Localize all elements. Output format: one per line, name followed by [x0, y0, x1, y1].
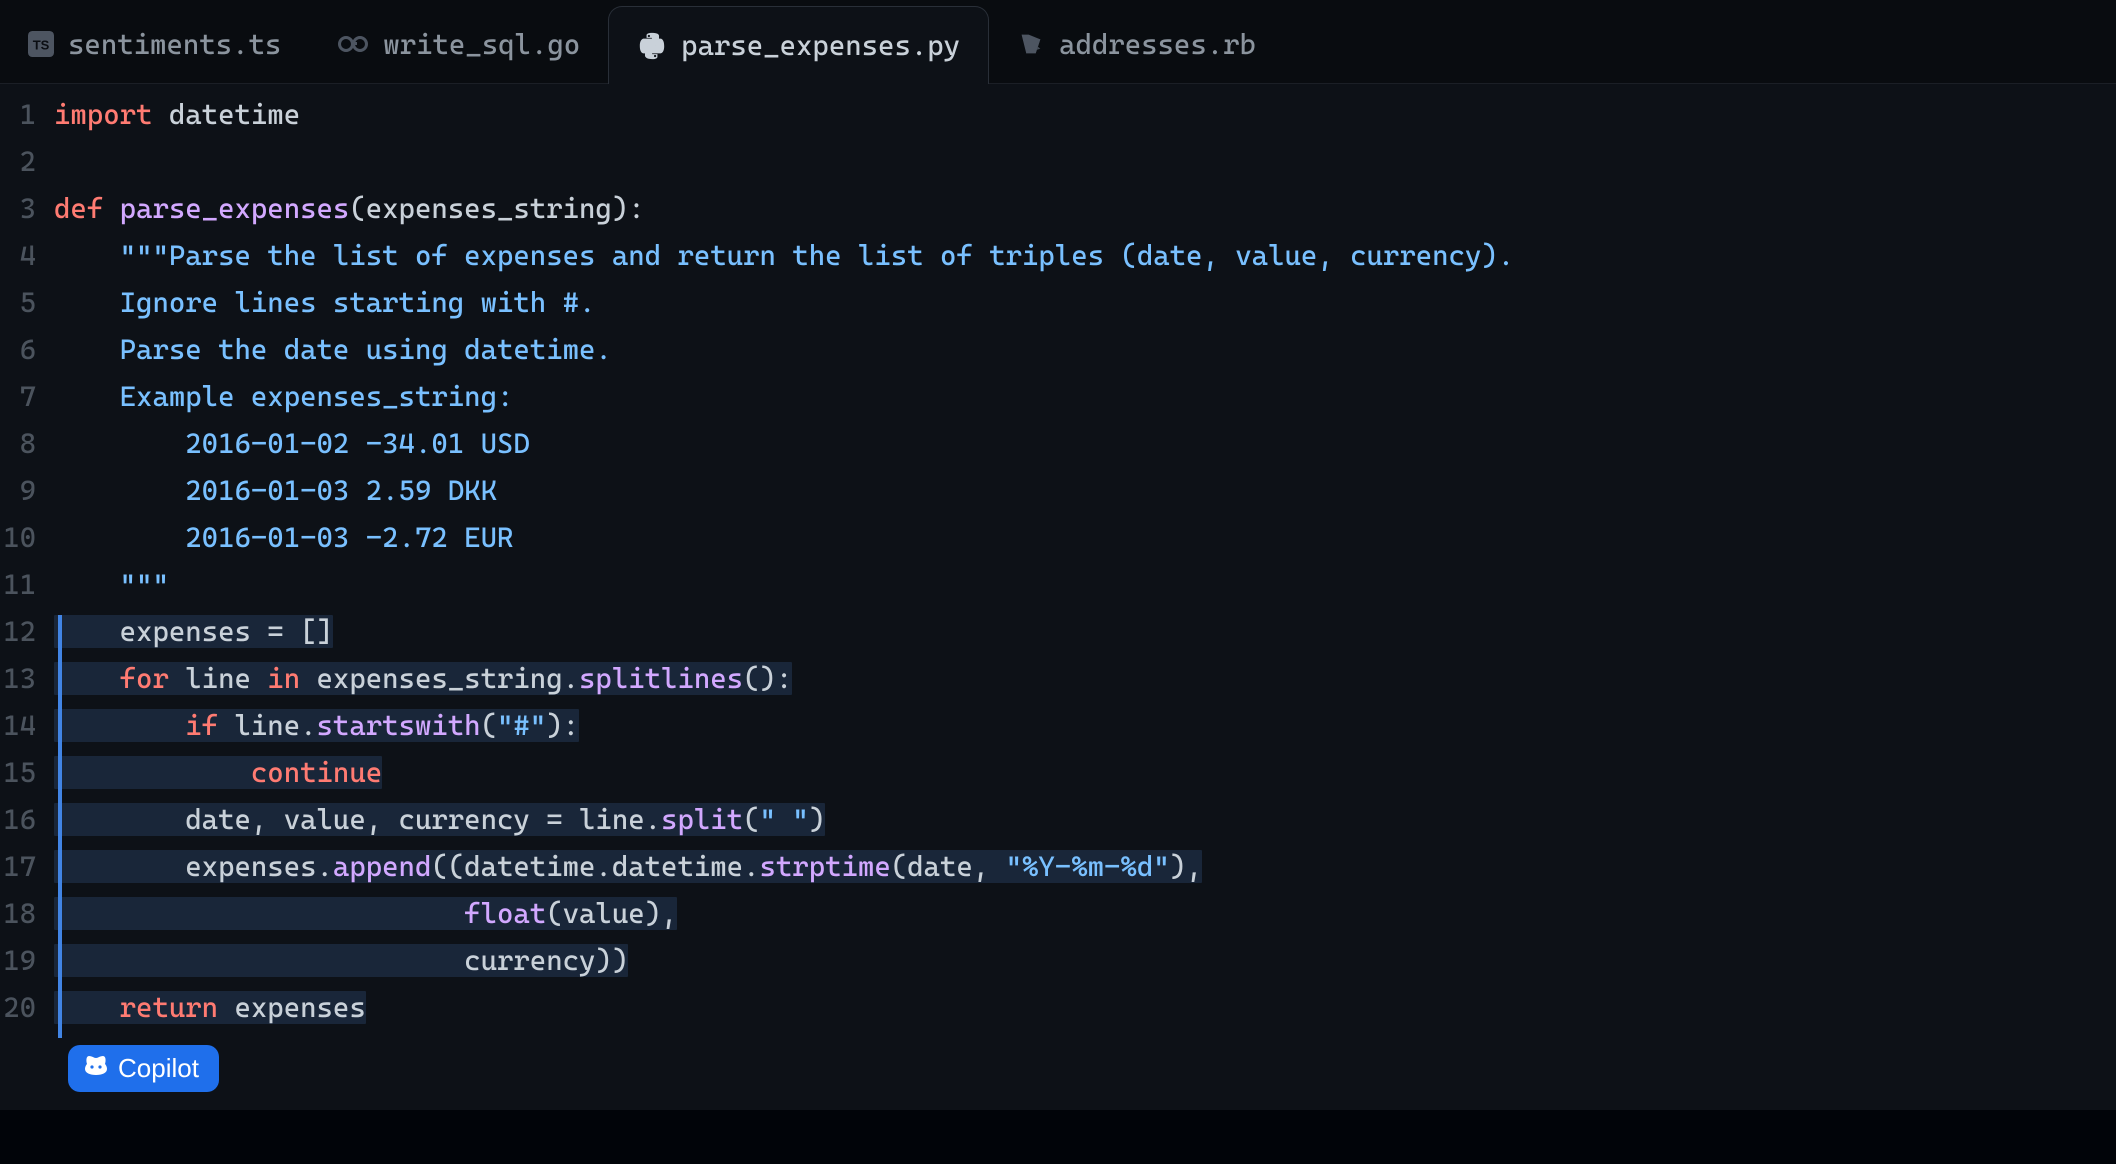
line-content[interactable]: """ — [54, 568, 169, 601]
code-line[interactable]: 13 for line in expenses_string.splitline… — [0, 662, 2116, 709]
line-content[interactable]: continue — [54, 756, 382, 789]
code-line[interactable]: 15 continue — [0, 756, 2116, 803]
line-number: 12 — [0, 615, 54, 648]
line-number: 14 — [0, 709, 54, 742]
bottom-bar — [0, 1110, 2116, 1164]
line-content[interactable]: date, value, currency = line.split(" ") — [54, 803, 825, 836]
code-line[interactable]: 6 Parse the date using datetime. — [0, 333, 2116, 380]
line-number: 13 — [0, 662, 54, 695]
line-content[interactable]: Ignore lines starting with #. — [54, 286, 595, 319]
copilot-button[interactable]: Copilot — [68, 1045, 219, 1092]
line-content[interactable]: float(value), — [54, 897, 677, 930]
line-number: 18 — [0, 897, 54, 930]
line-number: 15 — [0, 756, 54, 789]
copilot-icon — [82, 1053, 110, 1084]
line-number: 20 — [0, 991, 54, 1024]
line-content[interactable]: """Parse the list of expenses and return… — [54, 239, 1514, 272]
tab-label: sentiments.ts — [68, 28, 281, 61]
line-number: 16 — [0, 803, 54, 836]
copilot-label: Copilot — [118, 1053, 199, 1084]
ruby-icon — [1017, 30, 1045, 58]
code-line[interactable]: 4 """Parse the list of expenses and retu… — [0, 239, 2116, 286]
code-line[interactable]: 10 2016-01-03 -2.72 EUR — [0, 521, 2116, 568]
tab-sentiments[interactable]: TS sentiments.ts — [0, 5, 309, 83]
line-number: 2 — [0, 145, 54, 178]
tab-write-sql[interactable]: write_sql.go — [309, 5, 608, 83]
line-number: 4 — [0, 239, 54, 272]
ts-icon: TS — [28, 31, 54, 57]
python-icon — [637, 31, 667, 61]
go-icon — [337, 35, 369, 53]
code-line[interactable]: 7 Example expenses_string: — [0, 380, 2116, 427]
tab-parse-expenses[interactable]: parse_expenses.py — [608, 6, 989, 84]
line-content[interactable]: expenses = [] — [54, 615, 333, 648]
code-line[interactable]: 1import datetime — [0, 98, 2116, 145]
tab-label: parse_expenses.py — [681, 29, 960, 62]
line-content[interactable]: if line.startswith("#"): — [54, 709, 579, 742]
code-line[interactable]: 9 2016-01-03 2.59 DKK — [0, 474, 2116, 521]
code-line[interactable]: 16 date, value, currency = line.split(" … — [0, 803, 2116, 850]
line-number: 1 — [0, 98, 54, 131]
line-content[interactable]: currency)) — [54, 944, 628, 977]
line-content[interactable]: expenses.append((datetime.datetime.strpt… — [54, 850, 1202, 883]
code-editor[interactable]: 1import datetime2 3def parse_expenses(exp… — [0, 84, 2116, 1038]
svg-text:TS: TS — [33, 37, 50, 52]
line-content[interactable]: 2016-01-02 -34.01 USD — [54, 427, 530, 460]
line-number: 10 — [0, 521, 54, 554]
code-line[interactable]: 18 float(value), — [0, 897, 2116, 944]
code-line[interactable]: 14 if line.startswith("#"): — [0, 709, 2116, 756]
code-line[interactable]: 3def parse_expenses(expenses_string): — [0, 192, 2116, 239]
code-line[interactable]: 11 """ — [0, 568, 2116, 615]
line-content[interactable]: 2016-01-03 2.59 DKK — [54, 474, 497, 507]
line-number: 5 — [0, 286, 54, 319]
line-content[interactable]: import datetime — [54, 98, 300, 131]
code-line[interactable]: 8 2016-01-02 -34.01 USD — [0, 427, 2116, 474]
code-line[interactable]: 5 Ignore lines starting with #. — [0, 286, 2116, 333]
line-number: 3 — [0, 192, 54, 225]
code-line[interactable]: 2 — [0, 145, 2116, 192]
code-line[interactable]: 12 expenses = [] — [0, 615, 2116, 662]
tab-label: write_sql.go — [383, 28, 580, 61]
line-content[interactable]: for line in expenses_string.splitlines()… — [54, 662, 792, 695]
code-line[interactable]: 19 currency)) — [0, 944, 2116, 991]
line-number: 9 — [0, 474, 54, 507]
line-content[interactable]: def parse_expenses(expenses_string): — [54, 192, 645, 225]
line-number: 19 — [0, 944, 54, 977]
code-line[interactable]: 20 return expenses — [0, 991, 2116, 1038]
line-number: 6 — [0, 333, 54, 366]
line-number: 11 — [0, 568, 54, 601]
code-line[interactable]: 17 expenses.append((datetime.datetime.st… — [0, 850, 2116, 897]
tab-bar: TS sentiments.ts write_sql.go parse_expe… — [0, 0, 2116, 84]
line-number: 8 — [0, 427, 54, 460]
line-content[interactable]: return expenses — [54, 991, 366, 1024]
line-number: 17 — [0, 850, 54, 883]
line-content[interactable]: Parse the date using datetime. — [54, 333, 612, 366]
line-content[interactable]: 2016-01-03 -2.72 EUR — [54, 521, 513, 554]
tab-label: addresses.rb — [1059, 28, 1256, 61]
line-content[interactable]: Example expenses_string: — [54, 380, 513, 413]
line-number: 7 — [0, 380, 54, 413]
tab-addresses[interactable]: addresses.rb — [989, 5, 1284, 83]
